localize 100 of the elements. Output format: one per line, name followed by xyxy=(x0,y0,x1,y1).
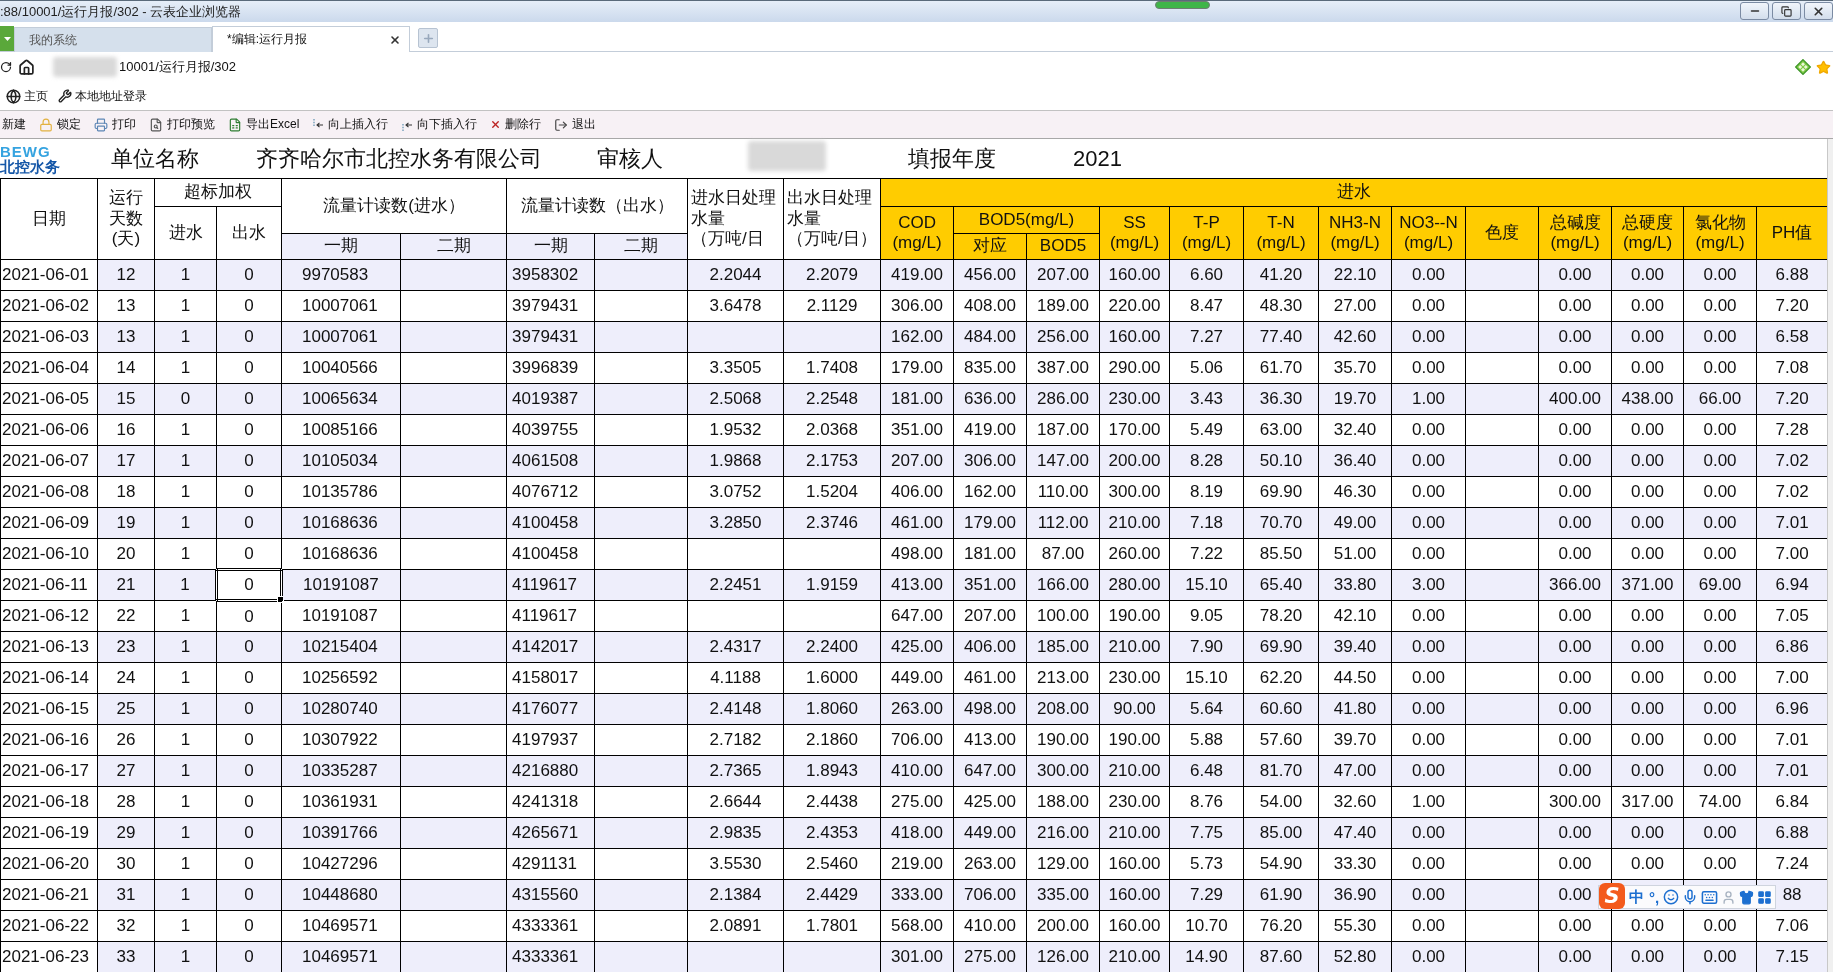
table-cell: 406.00 xyxy=(953,631,1027,663)
table-cell: 52.80 xyxy=(1318,941,1392,972)
table-cell: 9970583 xyxy=(281,259,401,291)
table-cell: 0.00 xyxy=(1391,414,1466,446)
table-cell: 207.00 xyxy=(1026,259,1100,291)
table-cell: 6.86 xyxy=(1756,631,1828,663)
table-cell: 9.05 xyxy=(1169,600,1244,632)
menu-dropdown-button[interactable] xyxy=(0,26,14,51)
ime-punctuation-toggle[interactable]: °, xyxy=(1648,888,1661,906)
table-cell: 1 xyxy=(154,724,217,756)
close-icon[interactable] xyxy=(389,33,401,46)
home-icon[interactable] xyxy=(18,58,35,76)
table-cell: 1 xyxy=(154,693,217,725)
table-cell: 216.00 xyxy=(1026,817,1100,849)
toolbar-button[interactable]: 新建 xyxy=(0,116,28,133)
table-cell: 181.00 xyxy=(880,383,954,415)
table-cell: 1 xyxy=(154,538,217,570)
table-cell: 7.02 xyxy=(1756,445,1828,477)
table-cell: 170.00 xyxy=(1099,414,1170,446)
column-header: BOD5(mg/L) xyxy=(953,206,1100,234)
table-cell: 371.00 xyxy=(1611,569,1684,601)
table-cell: 0.00 xyxy=(1611,724,1684,756)
table-cell: 0 xyxy=(216,383,282,415)
toolbar-button[interactable]: 打印预览 xyxy=(147,116,217,133)
restore-button[interactable] xyxy=(1772,2,1801,20)
table-cell: 22 xyxy=(97,600,155,632)
keyboard-icon[interactable] xyxy=(1701,888,1719,906)
table-cell: 0.00 xyxy=(1391,321,1466,353)
table-cell: 32.40 xyxy=(1318,414,1392,446)
table-cell: 16 xyxy=(97,414,155,446)
shirt-icon[interactable] xyxy=(1739,889,1755,905)
table-cell: 10105034 xyxy=(281,445,401,477)
table-cell: 210.00 xyxy=(1099,941,1170,972)
toolbar-button[interactable]: 删除行 xyxy=(488,116,544,133)
table-cell: 461.00 xyxy=(953,662,1027,694)
minimize-button[interactable] xyxy=(1740,2,1769,20)
reload-icon[interactable] xyxy=(0,61,12,73)
table-cell: 32.60 xyxy=(1318,786,1392,818)
table-cell: 1 xyxy=(154,259,217,291)
toolbar-button[interactable]: 打印 xyxy=(92,116,138,133)
table-cell: 10168636 xyxy=(281,507,401,539)
table-cell: 10007061 xyxy=(281,321,401,353)
address-field[interactable]: 10001/运行月报/302 xyxy=(53,57,237,77)
close-button[interactable] xyxy=(1804,2,1833,20)
ime-mode-toggle[interactable]: 中 xyxy=(1628,887,1645,907)
table-cell: 317.00 xyxy=(1611,786,1684,818)
table-cell: 33.80 xyxy=(1318,569,1392,601)
table-cell: 160.00 xyxy=(1099,259,1170,291)
toolbar-button[interactable]: 锁定 xyxy=(37,116,83,133)
table-cell: 7.00 xyxy=(1756,662,1828,694)
toolbar-button[interactable]: 导出Excel xyxy=(226,116,302,133)
table-cell: 0.00 xyxy=(1611,755,1684,787)
table-cell: 0.00 xyxy=(1683,414,1757,446)
scrollbar[interactable] xyxy=(1827,139,1833,972)
smiley-icon[interactable] xyxy=(1663,889,1680,905)
table-cell: 7.15 xyxy=(1756,941,1828,972)
table-cell: 7.20 xyxy=(1756,290,1828,322)
table-cell: 0.00 xyxy=(1391,817,1466,849)
table-cell: 0.00 xyxy=(1391,879,1466,911)
toolbar-button[interactable]: 向上插入行 xyxy=(310,116,391,133)
table-cell: 7.90 xyxy=(1169,631,1244,663)
toolbar-button[interactable]: 退出 xyxy=(552,116,599,133)
grid-icon[interactable] xyxy=(1757,889,1773,905)
table-cell: 0.00 xyxy=(1683,848,1757,880)
column-header: NO3--N (mg/L) xyxy=(1391,206,1466,260)
diamond-grid-icon[interactable] xyxy=(1795,59,1811,75)
table-cell: 61.90 xyxy=(1243,879,1319,911)
table-cell: 456.00 xyxy=(953,259,1027,291)
table-cell: 50.10 xyxy=(1243,445,1319,477)
toolbar-button[interactable]: 向下插入行 xyxy=(399,116,480,133)
table-cell: 4100458 xyxy=(506,507,595,539)
tab[interactable]: 我的系统 xyxy=(14,27,212,52)
table-cell: 0 xyxy=(216,600,282,632)
table-cell: 10191087 xyxy=(281,600,401,632)
table-cell: 2021-06-11 xyxy=(0,569,98,601)
table-cell: 461.00 xyxy=(880,507,954,539)
star-icon[interactable] xyxy=(1816,59,1831,75)
table-cell: 20 xyxy=(97,538,155,570)
table-cell: 2.1384 xyxy=(687,879,784,911)
table-cell: 15 xyxy=(97,383,155,415)
table-cell: 0.00 xyxy=(1683,507,1757,539)
bookmark-link[interactable]: 本地地址登录 xyxy=(58,87,147,105)
table-cell: 4216880 xyxy=(506,755,595,787)
tab[interactable]: *编辑:运行月报 xyxy=(212,26,410,52)
table-cell: 62.20 xyxy=(1243,662,1319,694)
table-cell: 13 xyxy=(97,290,155,322)
table-cell: 87.00 xyxy=(1026,538,1100,570)
table-cell: 8.19 xyxy=(1169,476,1244,508)
table-cell: 0.00 xyxy=(1391,352,1466,384)
table-cell: 10065634 xyxy=(281,383,401,415)
table-cell: 12 xyxy=(97,259,155,291)
table-cell: 0 xyxy=(216,476,282,508)
table-cell: 300.00 xyxy=(1099,476,1170,508)
window-title: :88/10001/运行月报/302 - 云表企业浏览器 xyxy=(0,2,242,21)
table-cell: 1 xyxy=(154,569,217,601)
bookmark-link[interactable]: 主页 xyxy=(6,87,48,105)
table-cell: 1 xyxy=(154,631,217,663)
table-cell: 27 xyxy=(97,755,155,787)
column-title: 进水日处理水量 xyxy=(691,188,777,230)
field-value: 齐齐哈尔市北控水务有限公司 xyxy=(256,144,543,173)
